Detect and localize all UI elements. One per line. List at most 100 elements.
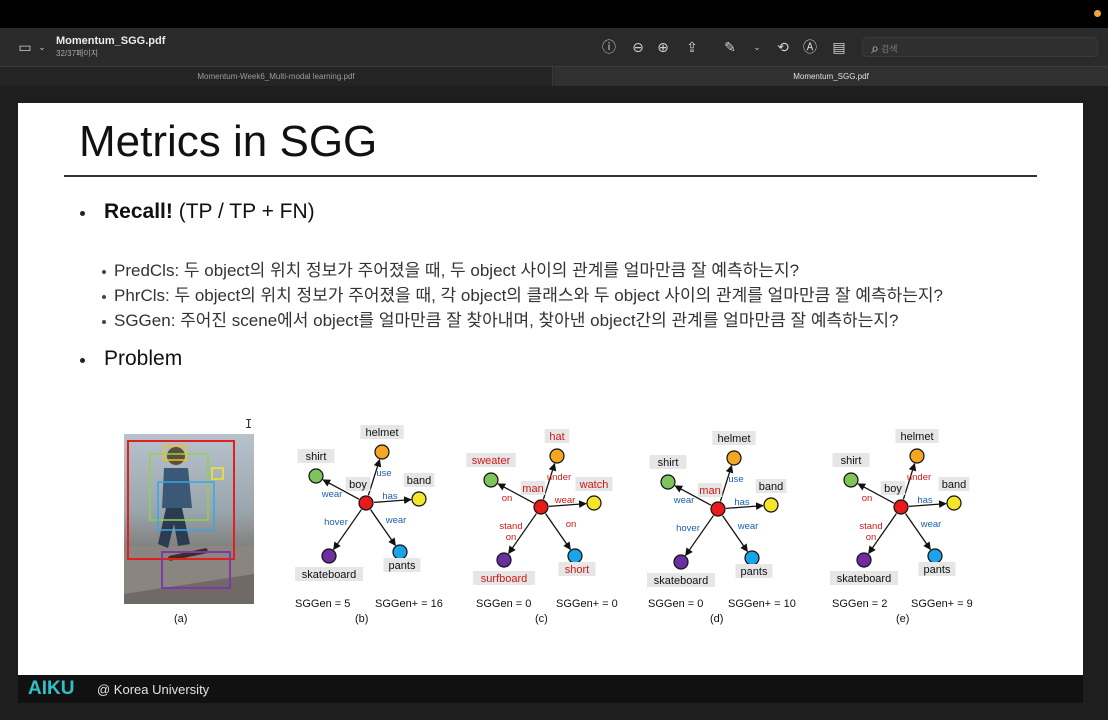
sggen-plus-score-e: SGGen+ = 9 xyxy=(911,598,973,610)
node-label-right: band xyxy=(759,481,783,493)
edge-label-top: under xyxy=(907,472,931,483)
node-label-bottom_right: pants xyxy=(924,564,951,576)
node-label-center: man xyxy=(699,485,720,497)
node-right xyxy=(411,491,427,507)
tab-week6-pdf[interactable]: Momentum-Week6_Multi-modal learning.pdf xyxy=(0,67,553,86)
node-center xyxy=(893,499,909,515)
scene-graph-2: under on wear stand on on hat sweater watch surfb… xyxy=(466,429,613,585)
tab-momentum-sgg-pdf[interactable]: Momentum_SGG.pdf xyxy=(554,67,1108,86)
caption-b: (b) xyxy=(355,613,369,625)
node-left xyxy=(660,474,676,490)
rotate-icon[interactable]: ⟲ xyxy=(774,38,792,56)
node-left xyxy=(483,472,499,488)
edge-label-bottom_left: stand on xyxy=(499,521,522,543)
node-label-center: boy xyxy=(884,483,902,495)
share-icon[interactable]: ⇪ xyxy=(683,38,701,56)
node-left xyxy=(308,468,324,484)
search-field[interactable]: ⌕ 검색 xyxy=(862,37,1098,57)
sggen-plus-score-c: SGGen+ = 0 xyxy=(556,598,618,610)
node-label-left: shirt xyxy=(841,455,862,467)
caption-a: (a) xyxy=(174,613,188,625)
node-center xyxy=(358,495,374,511)
form-fill-icon[interactable]: ▤ xyxy=(830,38,848,56)
edge-label-bottom_right: on xyxy=(566,519,577,530)
edge-label-bottom_right: wear xyxy=(385,515,407,526)
search-placeholder: 검색 xyxy=(881,44,898,54)
edge-label-bottom_left: hover xyxy=(676,523,700,534)
node-top xyxy=(909,448,925,464)
edge-label-top: under xyxy=(547,472,571,483)
document-title: Momentum_SGG.pdf xyxy=(56,35,166,47)
scene-graph-figure: use wear has hover wear helmet shirt band skateb… xyxy=(295,425,970,587)
footer-org: @ Korea University xyxy=(97,682,210,697)
node-top xyxy=(374,444,390,460)
edge-label-bottom_right: wear xyxy=(737,521,759,532)
caption-d: (d) xyxy=(710,613,724,625)
chevron-down-icon[interactable]: ⌄ xyxy=(33,38,51,56)
node-label-top: helmet xyxy=(365,427,398,439)
edge-bottom_left xyxy=(685,515,714,557)
node-label-center: boy xyxy=(349,479,367,491)
node-bottom_left xyxy=(321,548,337,564)
edge-bottom_left xyxy=(333,509,362,551)
node-right xyxy=(946,495,962,511)
scene-graph-4: under on has stand on wear helmet shirt band skat… xyxy=(830,429,970,585)
sidebar-toggle-icon[interactable]: ▭ xyxy=(16,38,34,56)
sggen-plus-score-d: SGGen+ = 10 xyxy=(728,598,796,610)
chevron-down-icon[interactable]: ⌄ xyxy=(748,38,766,56)
node-bottom_right xyxy=(392,544,408,560)
scene-graph-3: use wear has hover wear helmet shirt band skateb… xyxy=(647,431,787,587)
node-center xyxy=(710,501,726,517)
node-label-left: shirt xyxy=(306,451,327,463)
node-bottom_right xyxy=(567,548,583,564)
caption-e: (e) xyxy=(896,613,910,625)
edge-label-top: use xyxy=(728,474,743,485)
zoom-in-icon[interactable]: ⊕ xyxy=(654,38,672,56)
node-bottom_right xyxy=(927,548,943,564)
node-right xyxy=(763,497,779,513)
edge-label-bottom_left: hover xyxy=(324,517,348,528)
edge-label-left: on xyxy=(862,493,873,504)
edge-label-right: has xyxy=(917,495,933,506)
info-icon[interactable]: ⓘ xyxy=(600,38,618,56)
node-label-right: band xyxy=(942,479,966,491)
node-center xyxy=(533,499,549,515)
edge-label-right: has xyxy=(382,491,398,502)
node-label-right: band xyxy=(407,475,431,487)
edge-label-left: on xyxy=(502,493,513,504)
node-label-bottom_left: skateboard xyxy=(302,569,356,581)
node-label-bottom_right: short xyxy=(565,564,589,576)
edge-label-top: use xyxy=(376,468,391,479)
edge-label-left: wear xyxy=(673,495,695,506)
sggen-score-e: SGGen = 2 xyxy=(832,598,888,610)
node-bottom_left xyxy=(673,554,689,570)
edge-label-bottom_right: wear xyxy=(920,519,942,530)
node-label-center: man xyxy=(522,483,543,495)
annotate-icon[interactable]: Ⓐ xyxy=(801,38,819,56)
edge-label-left: wear xyxy=(321,489,343,500)
node-bottom_right xyxy=(744,550,760,566)
markup-pen-icon[interactable]: ✎ xyxy=(721,38,739,56)
edge-label-right: wear xyxy=(554,495,576,506)
zoom-out-icon[interactable]: ⊖ xyxy=(629,38,647,56)
node-label-bottom_left: surfboard xyxy=(481,573,527,585)
caption-c: (c) xyxy=(535,613,548,625)
aiku-logo: AIKU xyxy=(28,678,75,699)
slide-footer: AIKU @ Korea University xyxy=(18,675,1083,703)
sggen-score-c: SGGen = 0 xyxy=(476,598,532,610)
node-top xyxy=(549,448,565,464)
node-bottom_left xyxy=(496,552,512,568)
node-label-top: hat xyxy=(549,431,564,443)
sggen-score-b: SGGen = 5 xyxy=(295,598,351,610)
node-label-top: helmet xyxy=(900,431,933,443)
system-menu-bar xyxy=(0,0,1108,28)
node-left xyxy=(843,472,859,488)
node-label-bottom_right: pants xyxy=(389,560,416,572)
node-right xyxy=(586,495,602,511)
recording-indicator-icon xyxy=(1094,10,1101,17)
text-cursor-icon: I xyxy=(245,417,253,431)
page-count: 32/37페이지 xyxy=(56,49,99,58)
preview-toolbar: ▭ ⌄ Momentum_SGG.pdf 32/37페이지 ⓘ ⊖ ⊕ ⇪ ✎ … xyxy=(0,28,1108,66)
document-tab-bar: Momentum-Week6_Multi-modal learning.pdf … xyxy=(0,66,1108,86)
node-label-left: sweater xyxy=(472,455,511,467)
